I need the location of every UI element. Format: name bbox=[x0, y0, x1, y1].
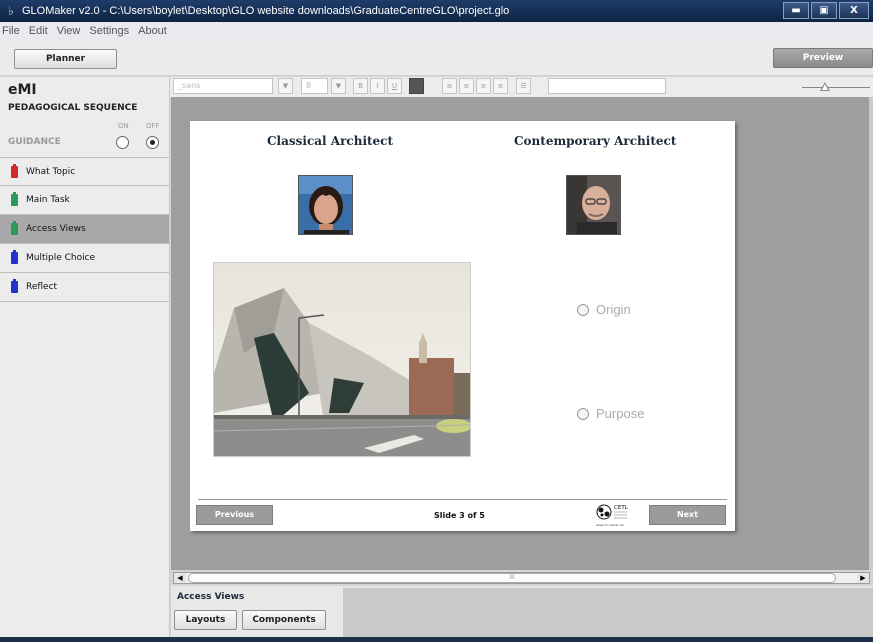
window-title: GLOMaker v2.0 - C:\Users\boylet\Desktop\… bbox=[22, 5, 510, 17]
layouts-button[interactable]: Layouts bbox=[174, 610, 237, 630]
marker-red-icon bbox=[11, 164, 18, 178]
cetl-logo-text: CETL bbox=[614, 505, 629, 511]
close-button[interactable]: X bbox=[839, 2, 869, 19]
sidebar-item-label: Main Task bbox=[26, 195, 70, 205]
origin-radio[interactable] bbox=[577, 303, 589, 316]
sidebar-item-label: Reflect bbox=[26, 282, 58, 292]
guidance-on-radio[interactable] bbox=[116, 136, 129, 149]
scroll-left-icon[interactable]: ◀ bbox=[174, 573, 186, 583]
os-taskbar bbox=[0, 637, 873, 642]
bottom-panel-label: Access Views bbox=[177, 592, 245, 602]
scroll-right-icon[interactable]: ▶ bbox=[857, 573, 869, 583]
marker-blue-icon bbox=[11, 279, 18, 293]
guidance-off-radio[interactable] bbox=[146, 136, 159, 149]
maximize-button[interactable]: ▣ bbox=[811, 2, 837, 19]
left-heading: Classical Architect bbox=[267, 134, 394, 148]
guidance-off-label: OFF bbox=[146, 122, 160, 130]
contemporary-architect-portrait bbox=[566, 175, 621, 235]
option-label: Purpose bbox=[596, 406, 645, 421]
app-icon: ♭ bbox=[8, 4, 14, 18]
cetl-logo-url: www.rlo-cetl.ac.uk bbox=[596, 523, 624, 527]
underline-button[interactable]: U bbox=[387, 78, 402, 94]
slide: Classical Architect Contemporary Archite… bbox=[190, 121, 735, 531]
format-toolbar: _sans ▼ 8 ▼ B I U ≡ ≡ ≡ ≡ ☰ bbox=[170, 77, 873, 97]
sidebar-item-label: What Topic bbox=[26, 166, 76, 177]
option-label: Origin bbox=[596, 302, 631, 317]
sidebar-item-access-views[interactable]: Access Views bbox=[0, 215, 169, 244]
horizontal-scrollbar[interactable]: ◀ III ▶ bbox=[173, 572, 870, 584]
sidebar-item-main-task[interactable]: Main Task bbox=[0, 186, 169, 215]
purpose-radio[interactable] bbox=[577, 407, 589, 420]
building-photo bbox=[213, 262, 471, 457]
menu-file[interactable]: File bbox=[2, 25, 20, 37]
next-button[interactable]: Next bbox=[649, 505, 726, 525]
main-toolbar: Planner Preview bbox=[0, 40, 873, 76]
sidebar-item-label: Access Views bbox=[26, 224, 86, 234]
sidebar-item-what-topic[interactable]: What Topic bbox=[0, 157, 169, 186]
sidebar-item-multiple-choice[interactable]: Multiple Choice bbox=[0, 244, 169, 273]
right-heading: Contemporary Architect bbox=[514, 134, 677, 148]
preview-button[interactable]: Preview bbox=[773, 48, 873, 68]
window-title-bar: ♭ GLOMaker v2.0 - C:\Users\boylet\Deskto… bbox=[0, 0, 873, 22]
bottom-preview-area bbox=[343, 588, 873, 637]
menu-about[interactable]: About bbox=[138, 25, 167, 37]
footer-divider bbox=[198, 499, 727, 500]
minimize-button[interactable]: ▬ bbox=[783, 2, 809, 19]
marker-green-icon bbox=[11, 221, 18, 235]
font-size-select[interactable]: 8 bbox=[301, 78, 328, 94]
align-justify-icon[interactable]: ≡ bbox=[493, 78, 508, 94]
size-dropdown-icon[interactable]: ▼ bbox=[331, 78, 346, 94]
sidebar-item-reflect[interactable]: Reflect bbox=[0, 273, 169, 302]
bullet-list-icon[interactable]: ☰ bbox=[516, 78, 531, 94]
guidance-on-label: ON bbox=[118, 122, 129, 130]
cetl-logo: CETL www.rlo-cetl.ac.uk bbox=[595, 502, 635, 528]
italic-button[interactable]: I bbox=[370, 78, 385, 94]
sequence-sidebar: eMI PEDAGOGICAL SEQUENCE ON OFF GUIDANCE… bbox=[0, 77, 170, 637]
color-swatch-icon[interactable] bbox=[409, 78, 424, 94]
font-dropdown-icon[interactable]: ▼ bbox=[278, 78, 293, 94]
previous-button[interactable]: Previous bbox=[196, 505, 273, 525]
zoom-slider-thumb-icon[interactable] bbox=[820, 82, 830, 91]
components-button[interactable]: Components bbox=[242, 610, 326, 630]
text-input[interactable] bbox=[548, 78, 666, 94]
planner-button[interactable]: Planner bbox=[14, 49, 117, 69]
vertical-scroll-strip[interactable] bbox=[869, 97, 873, 570]
marker-blue-icon bbox=[11, 250, 18, 264]
align-center-icon[interactable]: ≡ bbox=[459, 78, 474, 94]
project-title: eMI bbox=[8, 82, 37, 98]
bold-button[interactable]: B bbox=[353, 78, 368, 94]
slide-counter: Slide 3 of 5 bbox=[434, 511, 485, 520]
zoom-slider-track[interactable] bbox=[802, 87, 870, 88]
align-left-icon[interactable]: ≡ bbox=[442, 78, 457, 94]
align-right-icon[interactable]: ≡ bbox=[476, 78, 491, 94]
marker-green-icon bbox=[11, 192, 18, 206]
section-heading: PEDAGOGICAL SEQUENCE bbox=[8, 103, 138, 113]
font-select[interactable]: _sans bbox=[173, 78, 273, 94]
sidebar-item-label: Multiple Choice bbox=[26, 253, 96, 263]
menu-settings[interactable]: Settings bbox=[89, 25, 129, 37]
guidance-label: GUIDANCE bbox=[8, 137, 61, 147]
classical-architect-portrait bbox=[298, 175, 353, 235]
scroll-thumb[interactable]: III bbox=[188, 573, 836, 583]
menu-bar: File Edit View Settings About bbox=[0, 22, 873, 40]
menu-edit[interactable]: Edit bbox=[29, 25, 48, 37]
menu-view[interactable]: View bbox=[57, 25, 81, 37]
option-origin[interactable]: Origin bbox=[577, 302, 631, 317]
option-purpose[interactable]: Purpose bbox=[577, 406, 644, 421]
